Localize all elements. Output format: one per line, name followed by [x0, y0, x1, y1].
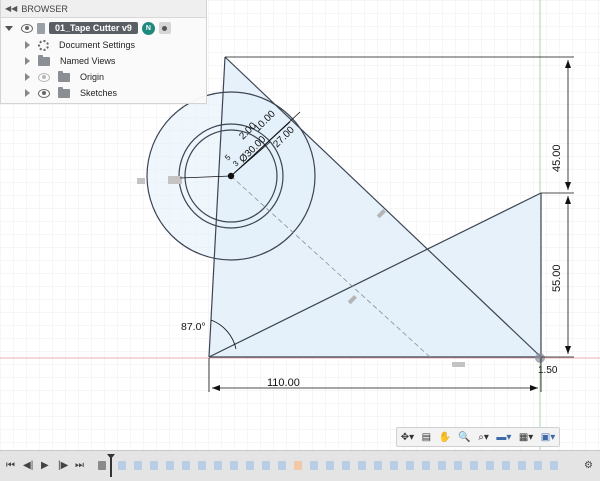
expand-icon[interactable]	[25, 57, 30, 65]
timeline-feature[interactable]	[166, 461, 174, 470]
zoom-icon[interactable]: 🔍	[458, 432, 470, 443]
navigation-toolbar: ✥▾ ▤ ✋ 🔍 ⌕▾ ▬▾ ▦▾ ▣▾	[396, 427, 560, 447]
orbit-icon[interactable]: ✥▾	[401, 432, 414, 443]
zoom-window-icon[interactable]: ⌕▾	[478, 432, 489, 443]
timeline: ⏮ ◀| ▶ |▶ ⏭ ⚙	[0, 450, 600, 481]
constraint-icon[interactable]	[137, 178, 145, 184]
timeline-feature[interactable]	[406, 461, 414, 470]
dimension-offset[interactable]: 1.50	[538, 365, 558, 376]
grid-icon[interactable]: ▦▾	[519, 432, 533, 443]
folder-icon	[38, 54, 50, 66]
collapse-icon[interactable]: ◀◀	[5, 4, 17, 13]
timeline-settings-icon[interactable]: ⚙	[584, 460, 593, 471]
timeline-feature[interactable]	[358, 461, 366, 470]
browser-item-label: Document Settings	[59, 40, 136, 50]
look-at-icon[interactable]: ▤	[422, 432, 431, 443]
browser-item-named-views[interactable]: Named Views	[25, 53, 115, 69]
dimension-upper-height[interactable]: 45.00	[551, 144, 563, 172]
display-icon[interactable]: ▬▾	[496, 432, 511, 443]
expand-icon[interactable]	[5, 25, 13, 31]
timeline-feature[interactable]	[342, 461, 350, 470]
eye-icon[interactable]	[38, 88, 50, 98]
timeline-feature[interactable]	[310, 461, 318, 470]
timeline-feature[interactable]	[422, 461, 430, 470]
expand-icon[interactable]	[25, 89, 30, 97]
browser-item-label: Named Views	[60, 56, 116, 66]
timeline-feature[interactable]	[278, 461, 286, 470]
browser-item-label: Sketches	[80, 88, 118, 98]
previous-icon[interactable]: ◀|	[23, 460, 33, 471]
timeline-feature[interactable]	[326, 461, 334, 470]
timeline-feature[interactable]	[262, 461, 270, 470]
eye-hidden-icon[interactable]	[38, 72, 50, 82]
timeline-feature[interactable]	[518, 461, 526, 470]
pan-icon[interactable]: ✋	[438, 432, 450, 443]
timeline-feature[interactable]	[294, 461, 302, 470]
timeline-feature[interactable]	[374, 461, 382, 470]
expand-icon[interactable]	[25, 41, 30, 49]
activate-icon[interactable]	[158, 22, 171, 34]
timeline-feature[interactable]	[198, 461, 206, 470]
browser-item-label: Origin	[80, 72, 105, 82]
browser-panel: ◀◀ BROWSER 01_Tape Cutter v9 N Document …	[0, 0, 207, 104]
timeline-feature[interactable]	[390, 461, 398, 470]
browser-header[interactable]: ◀◀ BROWSER	[1, 0, 206, 18]
browser-item-origin[interactable]: Origin	[25, 69, 104, 85]
eye-icon[interactable]	[21, 23, 33, 33]
first-icon[interactable]: ⏮	[6, 460, 15, 471]
constraint-icon[interactable]	[168, 176, 182, 184]
timeline-marker[interactable]	[107, 454, 115, 477]
timeline-feature[interactable]	[502, 461, 510, 470]
coincident-constraint-icon[interactable]	[535, 353, 545, 363]
timeline-feature[interactable]	[214, 461, 222, 470]
timeline-feature[interactable]	[230, 461, 238, 470]
folder-icon	[58, 70, 70, 82]
browser-item-document-settings[interactable]: Document Settings	[25, 37, 135, 53]
avatar[interactable]: N	[141, 21, 155, 35]
dimension-width[interactable]: 110.00	[267, 377, 300, 389]
horizontal-constraint-icon[interactable]	[452, 362, 465, 367]
document-icon	[37, 22, 45, 34]
browser-document-row[interactable]: 01_Tape Cutter v9 N	[5, 20, 171, 36]
next-icon[interactable]: |▶	[58, 460, 68, 471]
timeline-feature[interactable]	[550, 461, 558, 470]
timeline-feature[interactable]	[150, 461, 158, 470]
expand-icon[interactable]	[25, 73, 30, 81]
last-icon[interactable]: ⏭	[75, 460, 84, 471]
dimension-angle[interactable]: 87.0°	[181, 321, 206, 333]
timeline-feature[interactable]	[454, 461, 462, 470]
folder-icon	[58, 86, 70, 98]
dimension-lower-height[interactable]: 55.00	[551, 264, 563, 292]
timeline-feature[interactable]	[246, 461, 254, 470]
timeline-feature[interactable]	[182, 461, 190, 470]
browser-item-sketches[interactable]: Sketches	[25, 85, 117, 101]
document-name[interactable]: 01_Tape Cutter v9	[49, 22, 138, 34]
timeline-feature[interactable]	[438, 461, 446, 470]
gear-icon	[38, 39, 49, 51]
timeline-feature[interactable]	[470, 461, 478, 470]
viewports-icon[interactable]: ▣▾	[541, 432, 555, 443]
timeline-feature[interactable]	[118, 461, 126, 470]
timeline-feature[interactable]	[134, 461, 142, 470]
browser-title: BROWSER	[21, 3, 68, 14]
timeline-feature[interactable]	[486, 461, 494, 470]
play-icon[interactable]: ▶	[41, 460, 49, 471]
timeline-feature[interactable]	[534, 461, 542, 470]
timeline-feature[interactable]	[98, 461, 106, 470]
